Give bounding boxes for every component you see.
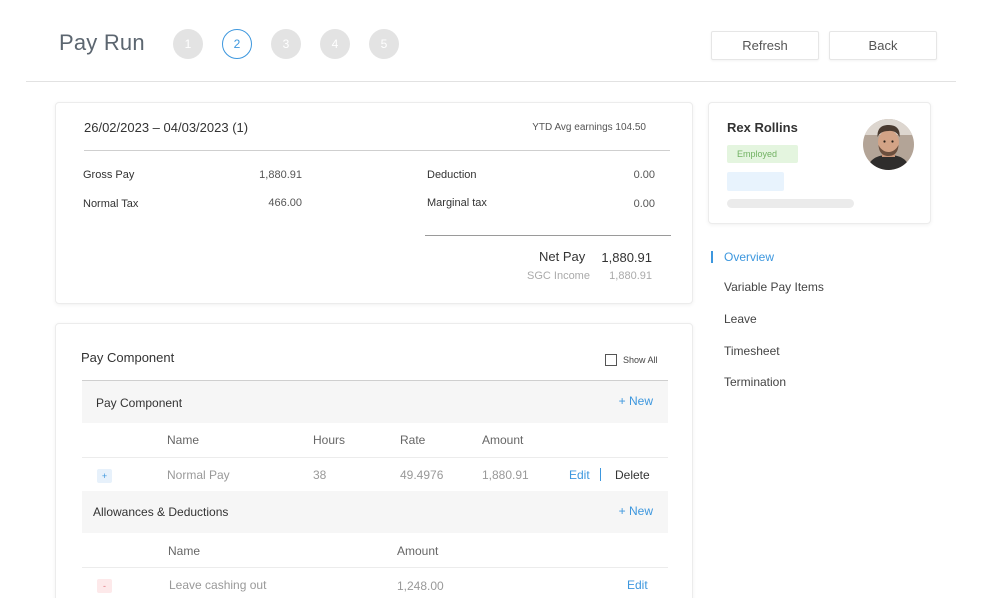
page-title: Pay Run bbox=[59, 30, 145, 55]
nav-item-timesheet[interactable]: Timesheet bbox=[724, 344, 780, 358]
allowances-band: Allowances & Deductions + New bbox=[82, 491, 668, 533]
column-hours: Hours bbox=[313, 433, 346, 447]
step-5[interactable]: 5 bbox=[369, 29, 399, 59]
summary-divider bbox=[84, 150, 670, 151]
net-pay-divider bbox=[425, 235, 671, 236]
pay-summary-card: 26/02/2023 – 04/03/2023 (1) YTD Avg earn… bbox=[55, 102, 693, 304]
normal-tax-label: Normal Tax bbox=[83, 198, 139, 210]
skeleton-bar bbox=[727, 199, 854, 208]
nav-item-variable-pay-items[interactable]: Variable Pay Items bbox=[724, 280, 824, 294]
employed-status-badge: Employed bbox=[727, 145, 798, 163]
step-4[interactable]: 4 bbox=[320, 29, 350, 59]
allowance-row-name: Leave cashing out bbox=[169, 578, 267, 592]
deduction-value: 0.00 bbox=[633, 169, 655, 181]
avatar-image bbox=[863, 119, 914, 170]
nav-item-leave[interactable]: Leave bbox=[724, 312, 757, 326]
allowance-column-name: Name bbox=[168, 544, 201, 558]
delete-pay-row-button[interactable]: Delete bbox=[615, 468, 650, 482]
gross-pay-value: 1,880.91 bbox=[259, 169, 302, 181]
pay-row-rate: 49.4976 bbox=[400, 468, 444, 482]
marginal-tax-label: Marginal tax bbox=[427, 197, 487, 209]
gross-pay-label: Gross Pay bbox=[83, 169, 135, 181]
employee-card: Rex Rollins Employed bbox=[708, 102, 931, 224]
minus-icon: - bbox=[97, 579, 112, 593]
pay-component-card: Pay Component Show All Pay Component + N… bbox=[55, 323, 693, 598]
net-pay-value: 1,880.91 bbox=[601, 250, 652, 265]
action-separator bbox=[600, 468, 601, 481]
deduction-label: Deduction bbox=[427, 169, 477, 181]
step-2[interactable]: 2 bbox=[222, 29, 252, 59]
nav-item-overview[interactable]: Overview bbox=[724, 250, 774, 264]
show-all-label[interactable]: Show All bbox=[623, 355, 658, 365]
pay-row-amount: 1,880.91 bbox=[482, 468, 529, 482]
skeleton-tag bbox=[727, 172, 784, 191]
row-divider bbox=[82, 457, 668, 458]
column-amount: Amount bbox=[482, 433, 524, 447]
normal-tax-value: 466.00 bbox=[268, 197, 302, 209]
pay-period: 26/02/2023 – 04/03/2023 (1) bbox=[84, 120, 249, 135]
new-pay-component-button[interactable]: + New bbox=[619, 394, 653, 408]
sgc-income-value: 1,880.91 bbox=[609, 270, 652, 282]
nav-item-termination[interactable]: Termination bbox=[724, 375, 786, 389]
pay-row-name: Normal Pay bbox=[167, 468, 230, 482]
pay-component-section-title: Pay Component bbox=[96, 396, 183, 410]
allowance-row-divider bbox=[82, 567, 668, 568]
step-3[interactable]: 3 bbox=[271, 29, 301, 59]
header-divider bbox=[26, 81, 956, 82]
show-all-checkbox[interactable] bbox=[605, 354, 617, 366]
allowance-column-amount: Amount bbox=[397, 544, 439, 558]
pay-component-band: Pay Component + New bbox=[82, 381, 668, 423]
column-name: Name bbox=[167, 433, 200, 447]
back-button[interactable]: Back bbox=[829, 31, 937, 60]
allowance-row-amount: 1,248.00 bbox=[397, 579, 444, 593]
sgc-income-label: SGC Income bbox=[527, 270, 590, 282]
employee-name: Rex Rollins bbox=[727, 120, 798, 135]
pay-component-title: Pay Component bbox=[81, 350, 175, 365]
step-1[interactable]: 1 bbox=[173, 29, 203, 59]
plus-icon: + bbox=[97, 469, 112, 483]
marginal-tax-value: 0.00 bbox=[633, 198, 655, 210]
new-allowance-button[interactable]: + New bbox=[619, 504, 653, 518]
nav-active-indicator bbox=[711, 251, 713, 263]
column-rate: Rate bbox=[400, 433, 426, 447]
allowances-section-title: Allowances & Deductions bbox=[93, 505, 229, 519]
refresh-button[interactable]: Refresh bbox=[711, 31, 819, 60]
employee-avatar bbox=[863, 119, 914, 170]
edit-pay-row-button[interactable]: Edit bbox=[569, 468, 590, 482]
ytd-avg-earnings: YTD Avg earnings 104.50 bbox=[532, 122, 646, 133]
pay-row-hours: 38 bbox=[313, 468, 327, 482]
net-pay-label: Net Pay bbox=[539, 249, 586, 264]
edit-allowance-row-button[interactable]: Edit bbox=[627, 578, 648, 592]
